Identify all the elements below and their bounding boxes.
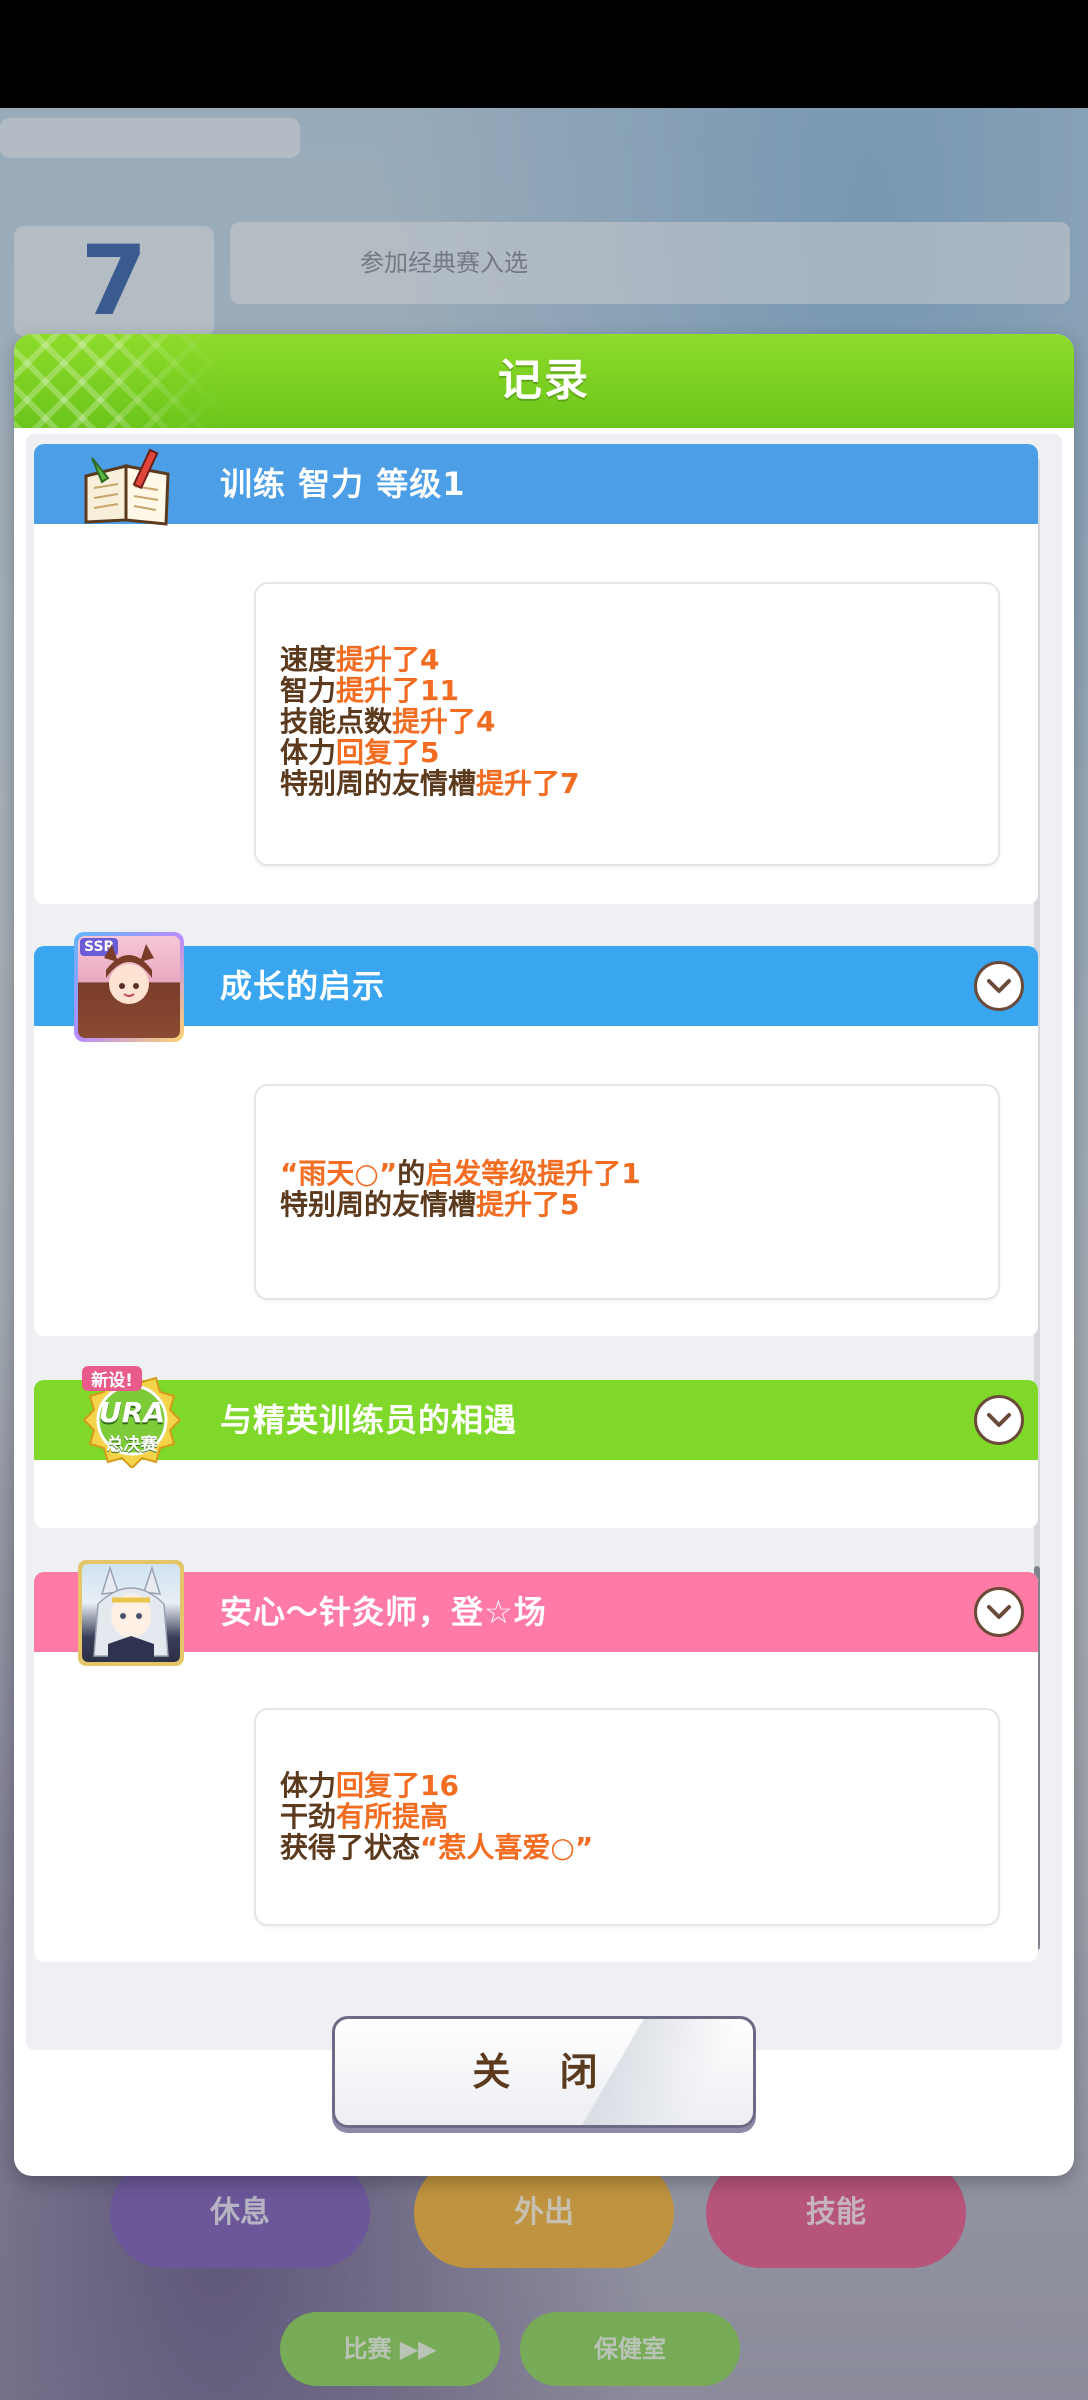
record-title: 安心～针灸师，登☆场 <box>220 1593 547 1631</box>
ura-badge-title: URA <box>99 1396 165 1429</box>
record-line-text: 技能点数 <box>280 705 393 738</box>
chevron-down-icon[interactable] <box>974 1395 1024 1445</box>
record-line-text: 获得了状态 <box>280 1831 421 1864</box>
character-portrait-icon <box>78 1560 184 1666</box>
record-line-highlight: “惹人喜爱○” <box>420 1831 594 1864</box>
record-line-text: 干劲 <box>280 1800 337 1833</box>
record-line-highlight: “雨天○” <box>280 1157 398 1190</box>
record-line-highlight: 提升了11 <box>336 674 459 707</box>
record-line: 体力回复了16 <box>280 1770 593 1801</box>
record-line: 特别周的友情槽提升了7 <box>280 768 580 799</box>
record-lines: 速度提升了4 智力提升了11 技能点数提升了4 体力回复了5 特别周的友情槽提升了7 <box>280 644 580 799</box>
record-line-text: 体力 <box>280 1769 337 1802</box>
record-line: 智力提升了11 <box>280 675 580 706</box>
chevron-down-icon[interactable] <box>974 961 1024 1011</box>
record-detail-box: 体力回复了16 干劲有所提高 获得了状态“惹人喜爱○” <box>254 1708 1000 1926</box>
status-bar <box>0 0 1088 108</box>
record-line-highlight: 提升了4 <box>392 705 496 738</box>
ura-finals-badge-icon: 新设! URA 总决赛 <box>82 1366 182 1470</box>
record-line-highlight: 回复了5 <box>336 736 440 769</box>
record-line: 体力回复了5 <box>280 737 580 768</box>
dialog-title: 记录 <box>498 355 590 406</box>
record-detail-box: 速度提升了4 智力提升了11 技能点数提升了4 体力回复了5 特别周的友情槽提升了7 <box>254 582 1000 866</box>
record-line-text: 体力 <box>280 736 337 769</box>
record-line-text: 特别周的友情槽 <box>280 767 477 800</box>
record-line: 干劲有所提高 <box>280 1801 593 1832</box>
chevron-down-icon[interactable] <box>974 1587 1024 1637</box>
record-header: 训练 智力 等级1 <box>34 444 1038 524</box>
record-card-encounter: 与精英训练员的相遇 <box>34 1380 1038 1528</box>
record-header[interactable]: 成长的启示 <box>34 946 1038 1026</box>
record-title: 训练 智力 等级1 <box>220 465 466 503</box>
record-lines: “雨天○”的启发等级提升了1 特别周的友情槽提升了5 <box>280 1158 641 1220</box>
record-lines: 体力回复了16 干劲有所提高 获得了状态“惹人喜爱○” <box>280 1770 593 1863</box>
record-card-training: 训练 智力 等级1 速度提升了4 智力提升了11 技能点数提升了4 体力回复了5 特别周… <box>34 444 1038 904</box>
record-card-event: 安心～针灸师，登☆场 体力回复了16 干劲有所提高 获得了状态“惹人喜爱○” <box>34 1572 1038 1962</box>
record-header[interactable]: 安心～针灸师，登☆场 <box>34 1572 1038 1652</box>
record-line-highlight: 提升了5 <box>476 1188 580 1221</box>
record-line: 获得了状态“惹人喜爱○” <box>280 1832 593 1863</box>
dialog-header: 记录 <box>14 334 1074 428</box>
record-line-text: 速度 <box>280 643 337 676</box>
record-line-highlight: 提升了7 <box>476 767 580 800</box>
record-title: 与精英训练员的相遇 <box>220 1401 518 1439</box>
training-notebook-icon <box>78 448 178 528</box>
record-title: 成长的启示 <box>220 967 386 1005</box>
record-line-text: 的 <box>397 1157 426 1190</box>
record-line: 技能点数提升了4 <box>280 706 580 737</box>
ura-badge-new: 新设! <box>82 1366 142 1391</box>
record-header[interactable]: 与精英训练员的相遇 <box>34 1380 1038 1460</box>
record-line-highlight: 启发等级提升了1 <box>425 1157 641 1190</box>
record-line: 特别周的友情槽提升了5 <box>280 1189 641 1220</box>
record-line-highlight: 有所提高 <box>336 1800 449 1833</box>
close-button[interactable]: 关 闭 <box>332 2016 756 2128</box>
record-line-text: 智力 <box>280 674 337 707</box>
ura-badge-subtitle: 总决赛 <box>106 1435 158 1455</box>
ssr-support-card-icon: SSR <box>74 932 184 1042</box>
record-line-highlight: 提升了4 <box>336 643 440 676</box>
record-line-highlight: 回复了16 <box>336 1769 459 1802</box>
record-card-hint: 成长的启示 “雨天○”的启发等级提升了1 特别周的友情槽提升了5 <box>34 946 1038 1336</box>
record-detail-box: “雨天○”的启发等级提升了1 特别周的友情槽提升了5 <box>254 1084 1000 1300</box>
record-line: “雨天○”的启发等级提升了1 <box>280 1158 641 1189</box>
record-line: 速度提升了4 <box>280 644 580 675</box>
record-line-text: 特别周的友情槽 <box>280 1188 477 1221</box>
close-button-label: 关 闭 <box>472 2050 616 2094</box>
